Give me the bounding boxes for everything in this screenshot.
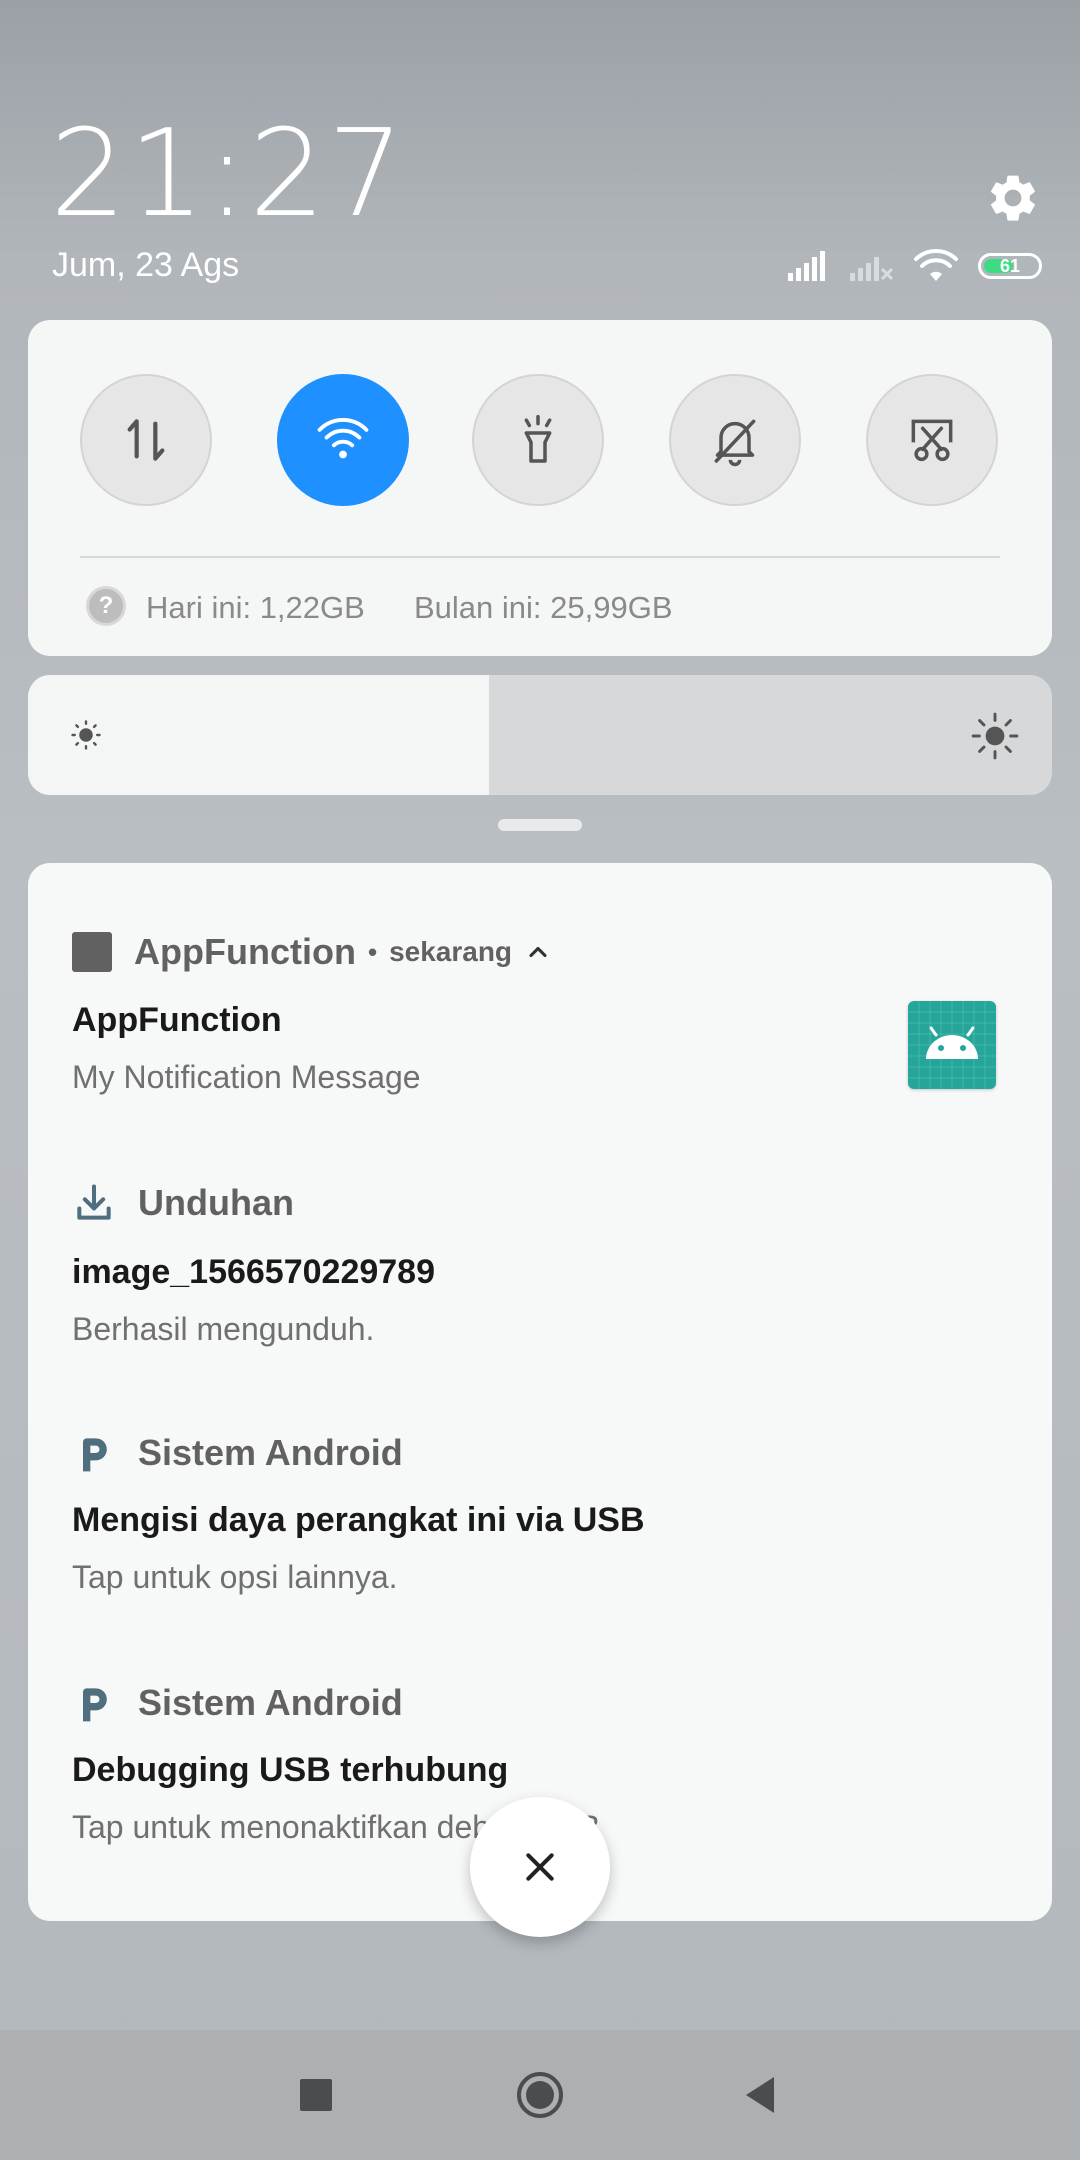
battery-level-text: 61 [999,256,1021,276]
download-icon [77,1184,111,1220]
data-usage-today[interactable]: Hari ini: 1,22GB [146,590,365,626]
notification-app-name: Sistem Android [138,1682,403,1723]
android-robot-icon [908,1001,996,1089]
mobile-data-toggle[interactable] [80,374,212,506]
brightness-slider[interactable] [28,675,1052,795]
clear-all-button[interactable] [470,1797,610,1937]
bell-off-icon [714,419,756,467]
notification-header: AppFunction • sekarang [72,931,552,973]
close-icon [526,1853,554,1881]
back-button[interactable] [700,2030,820,2160]
wifi-toggle[interactable] [277,374,409,506]
drag-handle[interactable] [498,819,582,831]
notification-app-name: Sistem Android [138,1432,403,1473]
chevron-up-icon[interactable] [524,938,552,966]
notification-title: Mengisi daya perangkat ini via USB [72,1501,645,1539]
square-icon [300,2079,332,2111]
notification-header: Sistem Android [72,1431,403,1475]
wifi-status-icon [914,249,958,281]
brightness-high-icon [971,712,1019,760]
android-app-thumbnail [908,1001,996,1089]
notification-text: Tap untuk opsi lainnya. [72,1559,398,1595]
flashlight-icon [524,414,552,463]
question-icon[interactable]: ? [86,586,126,626]
quick-settings-divider [80,556,1000,558]
notification-header: Unduhan [72,1181,294,1225]
wifi-icon [317,418,369,459]
notification-panel: AppFunction • sekarang AppFunction My No… [28,863,1052,1921]
back-triangle-icon [746,2077,774,2113]
home-button[interactable] [480,2030,600,2160]
data-usage-month[interactable]: Bulan ini: 25,99GB [414,590,673,626]
screenshot-icon [911,419,953,462]
separator-dot: • [367,936,378,967]
notification-title: image_1566570229789 [72,1253,435,1291]
android-system-icon [83,1688,107,1722]
notification-appfunction[interactable]: AppFunction • sekarang AppFunction My No… [28,863,1052,1113]
android-system-icon [83,1438,107,1472]
home-circle-icon [517,2072,563,2118]
battery-icon: 61 [978,253,1042,279]
data-transfer-icon [127,419,165,461]
navigation-bar [0,2030,1080,2160]
screenshot-toggle[interactable] [866,374,998,506]
notification-download[interactable]: Unduhan image_1566570229789 Berhasil men… [28,1113,1052,1363]
notification-text: Berhasil mengunduh. [72,1311,375,1347]
notification-title: AppFunction [72,1001,282,1039]
notification-app-name: AppFunction [134,931,356,972]
brightness-low-icon [71,720,101,750]
recents-button[interactable] [256,2030,376,2160]
no-signal-icon [850,257,894,281]
notification-app-name: Unduhan [138,1182,294,1223]
status-bar-icons: 61 [788,246,1042,286]
app-square-icon [72,932,112,972]
notification-time: sekarang [389,936,513,967]
notification-header: Sistem Android [72,1681,403,1725]
notification-usb-charging[interactable]: Sistem Android Mengisi daya perangkat in… [28,1363,1052,1613]
flashlight-toggle[interactable] [472,374,604,506]
date[interactable]: Jum, 23 Ags [52,246,239,285]
gear-icon[interactable] [985,170,1041,226]
signal-icon [788,251,825,281]
clock[interactable]: 21:27 [50,105,406,244]
quick-settings-panel: ? Hari ini: 1,22GB Bulan ini: 25,99GB [28,320,1052,656]
silent-toggle[interactable] [669,374,801,506]
notification-text: My Notification Message [72,1059,421,1095]
notification-title: Debugging USB terhubung [72,1751,509,1789]
